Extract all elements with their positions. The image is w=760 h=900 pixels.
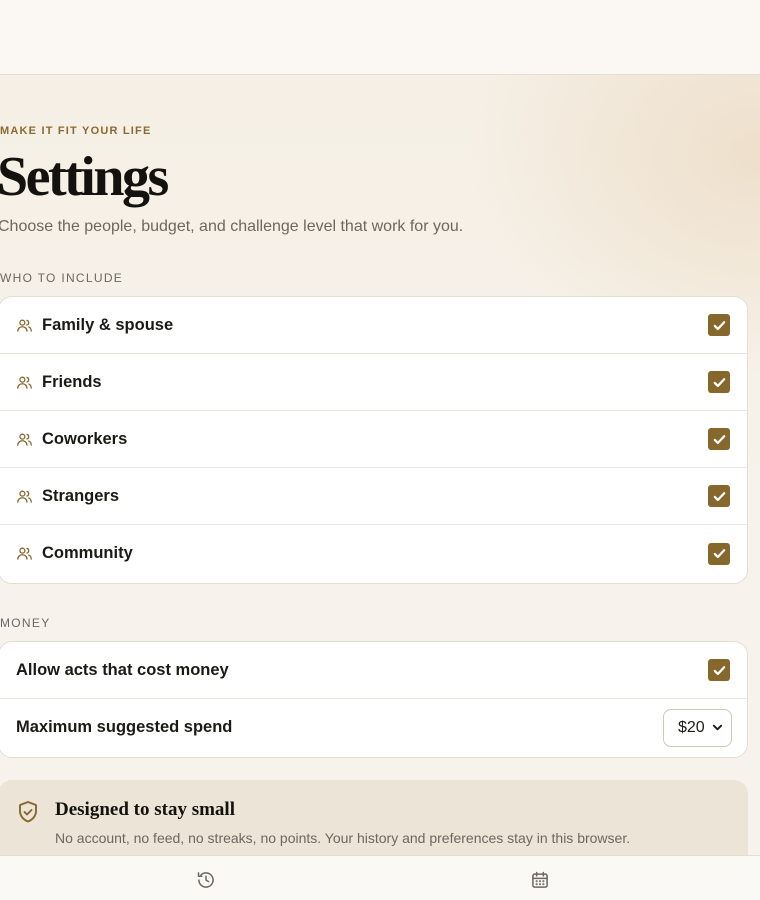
allow-cost-label: Allow acts that cost money (16, 660, 229, 679)
notice-title: Designed to stay small (55, 799, 235, 820)
who-label: Coworkers (42, 429, 128, 448)
history-icon[interactable] (196, 870, 216, 890)
max-spend-label: Maximum suggested spend (16, 718, 233, 736)
who-row-coworkers[interactable]: Coworkers (0, 411, 747, 468)
shield-check-icon (17, 800, 39, 829)
notice-text: No account, no feed, no streaks, no poin… (55, 830, 631, 846)
checkbox-checked[interactable] (708, 485, 730, 507)
people-icon (16, 545, 33, 562)
bottom-nav (0, 855, 760, 900)
who-label: Community (42, 544, 133, 562)
section-label-who: WHO TO INCLUDE (0, 271, 124, 285)
who-row-community[interactable]: Community (0, 525, 747, 582)
money-card: Allow acts that cost money Maximum sugge… (0, 641, 748, 758)
who-row-family[interactable]: Family & spouse (0, 297, 747, 354)
who-card: Family & spouse Friends Coworkers Strang… (0, 296, 748, 584)
allow-cost-row[interactable]: Allow acts that cost money (0, 642, 747, 699)
who-row-strangers[interactable]: Strangers (0, 468, 747, 525)
people-icon (16, 488, 33, 505)
allow-cost-checkbox[interactable] (708, 659, 730, 681)
calendar-icon[interactable] (530, 870, 550, 890)
who-label: Strangers (42, 486, 120, 505)
max-spend-value: $20 (678, 718, 705, 736)
eyebrow: MAKE IT FIT YOUR LIFE (0, 125, 152, 137)
who-row-friends[interactable]: Friends (0, 354, 747, 411)
checkbox-checked[interactable] (708, 428, 730, 450)
checkbox-checked[interactable] (708, 314, 730, 336)
top-bar (0, 0, 760, 75)
chevron-down-icon (712, 722, 723, 733)
page-title: Settings (0, 146, 169, 208)
people-icon (16, 317, 33, 334)
who-label: Family & spouse (42, 315, 174, 334)
page-subtitle: Choose the people, budget, and challenge… (0, 218, 464, 235)
max-spend-select[interactable]: $20 (663, 708, 732, 747)
section-label-money: MONEY (0, 616, 51, 630)
people-icon (16, 374, 33, 391)
checkbox-checked[interactable] (708, 371, 730, 393)
max-spend-row: Maximum suggested spend $20 (0, 699, 747, 756)
checkbox-checked[interactable] (708, 542, 730, 565)
people-icon (16, 431, 33, 448)
who-label: Friends (42, 372, 102, 391)
